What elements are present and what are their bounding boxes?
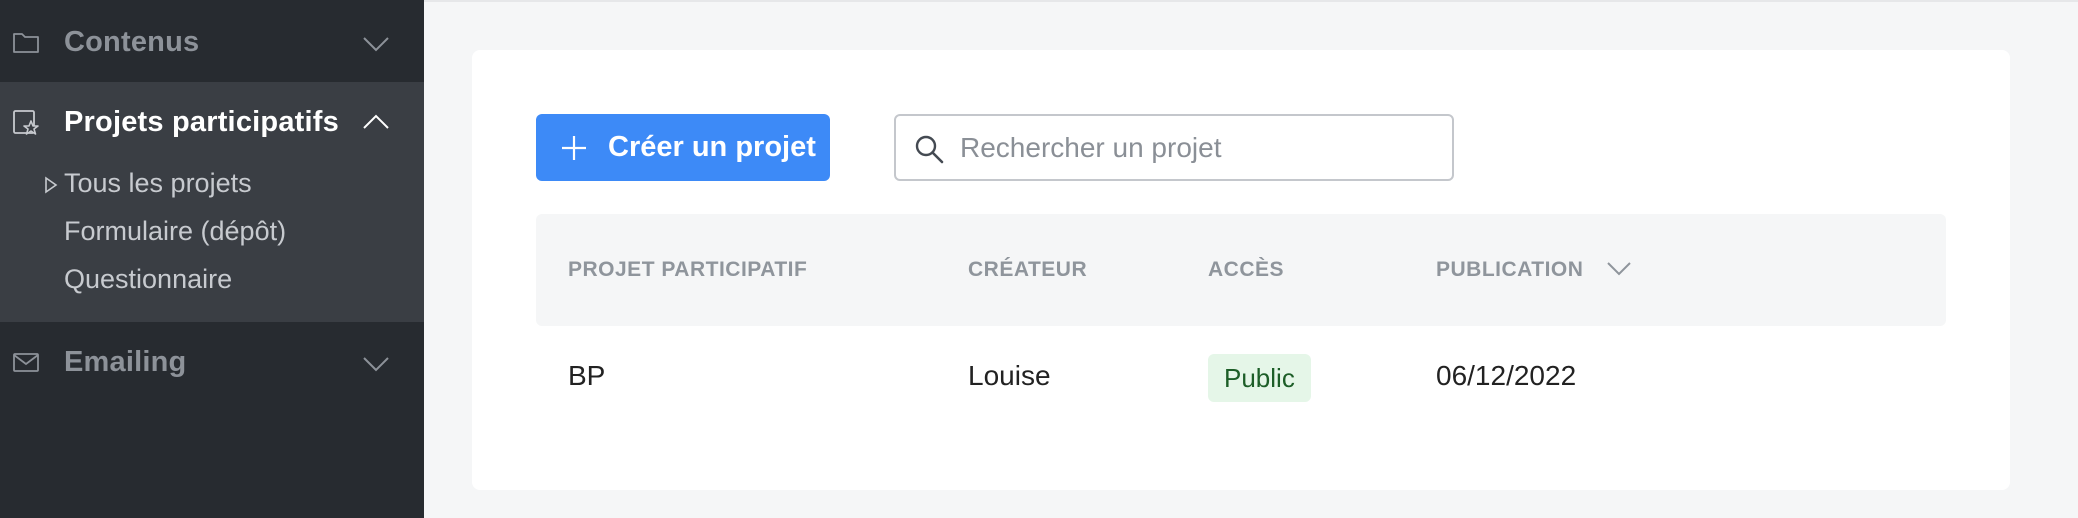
- top-divider: [424, 0, 2078, 2]
- table-header: PROJET PARTICIPATIF CRÉATEUR ACCÈS PUBLI…: [536, 214, 1946, 326]
- sidebar-section-label: Projets participatifs: [64, 105, 339, 138]
- search-box: [894, 114, 1454, 181]
- sidebar-section-label: Emailing: [64, 345, 187, 378]
- column-header-createur: CRÉATEUR: [968, 258, 1088, 281]
- cell-creator: Louise: [968, 360, 1051, 391]
- search-input[interactable]: [960, 124, 1440, 172]
- table-row[interactable]: BP Louise Public 06/12/2022: [536, 326, 1946, 426]
- chevron-up-icon: [363, 114, 389, 129]
- chevron-down-icon: [363, 357, 389, 372]
- active-item-marker-icon: [45, 176, 58, 194]
- envelope-icon: [13, 353, 39, 372]
- cell-project-name[interactable]: BP: [568, 360, 605, 392]
- sidebar: Contenus Projets participatifs Tous les …: [0, 0, 424, 518]
- cell-publication-date: 06/12/2022: [1436, 360, 1577, 391]
- sidebar-section-contenus[interactable]: Contenus: [0, 2, 424, 82]
- chevron-down-icon: [363, 37, 389, 52]
- sidebar-section-projets-panel: Projets participatifs Tous les projets F…: [0, 82, 424, 322]
- sidebar-section-label: Contenus: [64, 25, 200, 58]
- sidebar-item-questionnaire[interactable]: Questionnaire: [64, 264, 232, 295]
- sort-chevron-down-icon[interactable]: [1606, 260, 1632, 278]
- plus-icon: [562, 136, 586, 160]
- column-header-acces: ACCÈS: [1208, 258, 1285, 281]
- sidebar-section-projets[interactable]: Projets participatifs: [0, 82, 424, 162]
- projects-star-icon: [13, 110, 39, 135]
- sidebar-section-emailing[interactable]: Emailing: [0, 322, 424, 402]
- folder-icon: [13, 33, 39, 53]
- column-header-publication[interactable]: PUBLICATION: [1436, 258, 1583, 282]
- create-project-button[interactable]: Créer un projet: [536, 114, 830, 181]
- projects-card: Créer un projet PROJET PARTICIPATIF CRÉA…: [472, 50, 2010, 490]
- column-header-projet: PROJET PARTICIPATIF: [568, 258, 808, 281]
- create-project-label: Créer un projet: [608, 131, 816, 163]
- access-status-badge: Public: [1208, 354, 1311, 402]
- search-icon: [915, 135, 944, 164]
- sidebar-item-formulaire[interactable]: Formulaire (dépôt): [64, 216, 286, 247]
- sidebar-item-tous-les-projets[interactable]: Tous les projets: [64, 168, 252, 199]
